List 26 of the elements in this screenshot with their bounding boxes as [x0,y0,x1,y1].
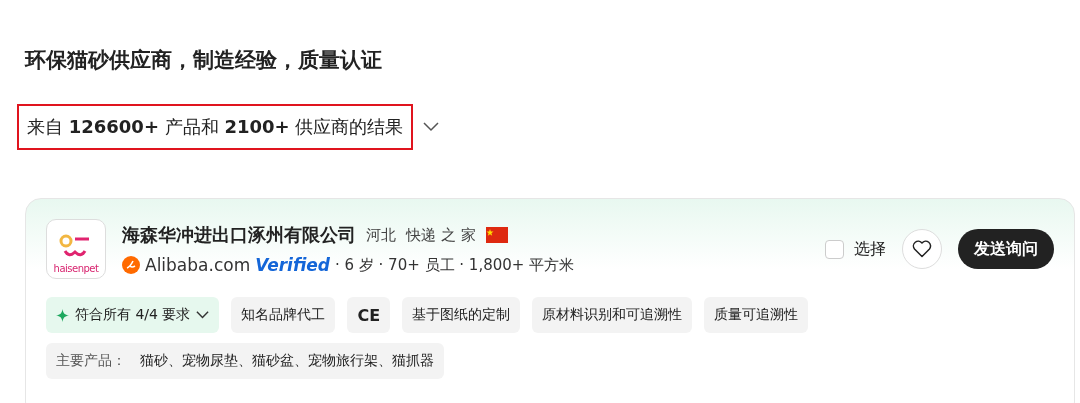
requirements-label: 符合所有 4/4 要求 [75,306,191,324]
platform-name: Alibaba.com [145,255,251,275]
alibaba-icon [122,256,140,274]
flag-icon [485,227,508,243]
capability-tag: 知名品牌代工 [231,297,336,333]
page-heading: 环保猫砂供应商，制造经验，质量认证 [25,47,383,74]
main-products-list: 猫砂、宠物尿垫、猫砂盆、宠物旅行架、猫抓器 [140,352,434,370]
capability-tag: 基于图纸的定制 [402,297,521,333]
send-inquiry-button[interactable]: 发送询问 [958,229,1054,269]
sparkle-icon [56,308,69,322]
company-facts: · 6 岁 · 70+ 员工 · 1,800+ 平方米 [334,255,575,275]
region: 河北 [366,225,396,245]
requirements-tag[interactable]: 符合所有 4/4 要求 [46,297,220,333]
chevron-down-icon[interactable] [423,122,440,132]
main-products-label: 主要产品： [56,352,126,370]
verified-label: Verified [255,255,330,275]
capability-tag: 原材料识别和可追溯性 [532,297,693,333]
select-checkbox[interactable]: 选择 [825,238,886,260]
tagline: 快递 之 家 [406,225,476,245]
chevron-down-icon [196,311,210,319]
company-name[interactable]: 海森华冲进出口涿州有限公司 [122,223,356,247]
certification-tag: CE [347,297,391,333]
logo-text: haisenpet [53,263,99,274]
results-summary: 来自 126600+ 产品和 2100+ 供应商的结果 [17,104,414,150]
favorite-button[interactable] [902,229,942,269]
capability-tag: 质量可追溯性 [704,297,809,333]
